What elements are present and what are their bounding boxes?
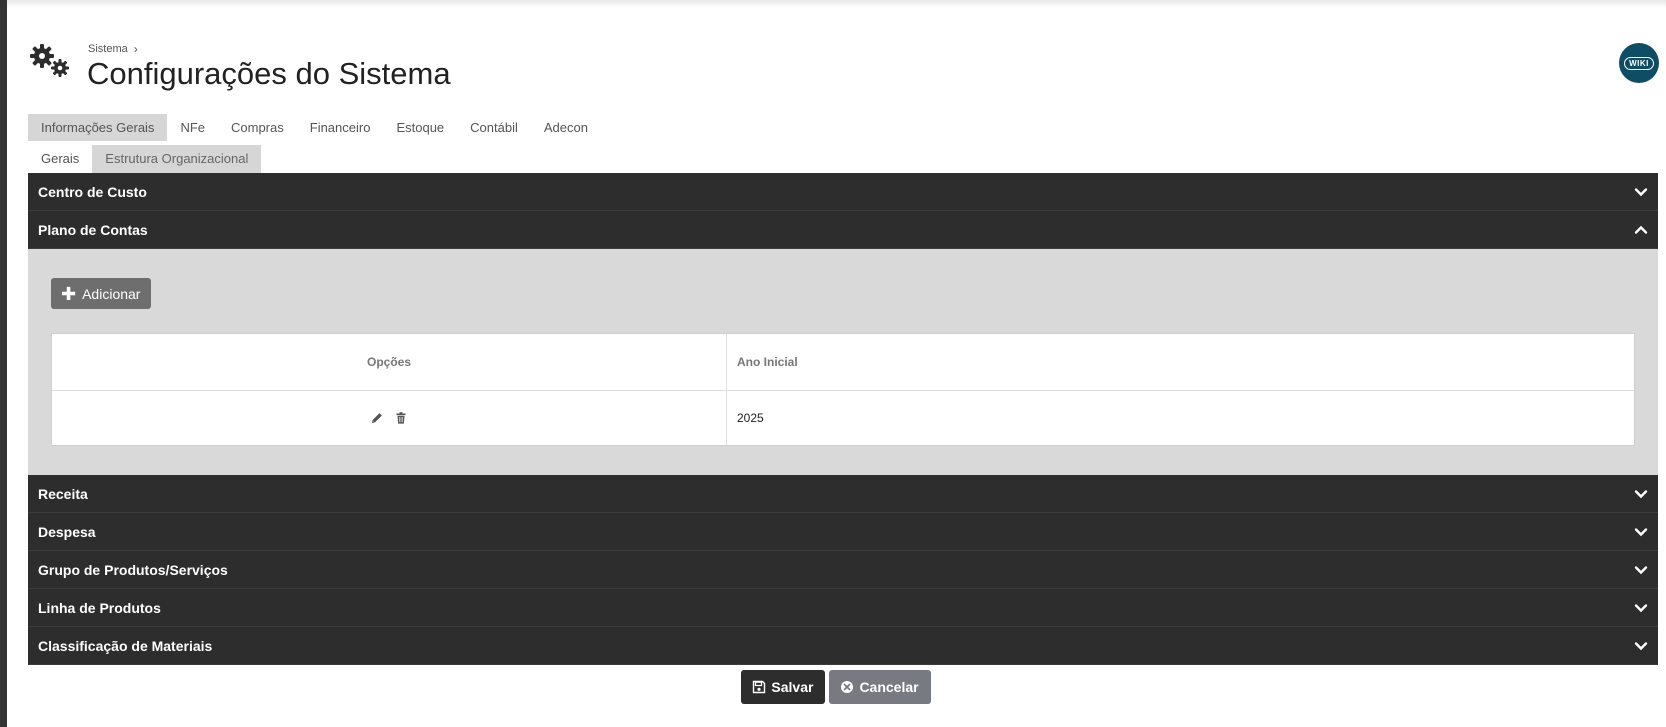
section-label: Centro de Custo [38, 183, 147, 200]
subtab-estrutura-organizacional[interactable]: Estrutura Organizacional [92, 145, 262, 173]
chevron-down-icon [1634, 565, 1648, 574]
tab-contabil[interactable]: Contábil [457, 114, 531, 141]
section-centro-de-custo[interactable]: Centro de Custo [28, 173, 1658, 211]
add-label: Adicionar [82, 285, 141, 302]
sections-accordion: Centro de Custo Plano de Contas ✚ Adicio… [28, 173, 1658, 665]
section-label: Linha de Produtos [38, 599, 161, 616]
subtab-gerais[interactable]: Gerais [28, 145, 92, 173]
options-cell [52, 391, 727, 445]
chevron-up-icon [1634, 225, 1648, 234]
tab-adecon[interactable]: Adecon [531, 114, 601, 141]
plano-de-contas-table: Opções Ano Inicial 2025 [51, 333, 1635, 446]
chevron-down-icon [1634, 527, 1648, 536]
section-classificacao-de-materiais[interactable]: Classificação de Materiais [28, 627, 1658, 665]
chevron-down-icon [1634, 187, 1648, 196]
section-label: Despesa [38, 523, 96, 540]
tab-financeiro[interactable]: Financeiro [297, 114, 384, 141]
column-header-ano-inicial[interactable]: Ano Inicial [727, 334, 1634, 390]
page-header: Sistema › Configurações do Sistema [28, 40, 628, 100]
pencil-icon[interactable] [370, 411, 384, 425]
section-despesa[interactable]: Despesa [28, 513, 1658, 551]
ano-inicial-cell: 2025 [737, 411, 764, 425]
wiki-button[interactable]: WIKI [1619, 43, 1659, 83]
plano-de-contas-panel: ✚ Adicionar Opções Ano Inicial 2025 [28, 249, 1658, 475]
floppy-disk-icon [753, 680, 766, 694]
main-tabs: Informações Gerais NFe Compras Financeir… [28, 114, 601, 141]
table-row: 2025 [52, 391, 1634, 445]
section-linha-de-produtos[interactable]: Linha de Produtos [28, 589, 1658, 627]
plus-icon: ✚ [61, 283, 77, 304]
section-grupo-de-produtos-servicos[interactable]: Grupo de Produtos/Serviços [28, 551, 1658, 589]
trash-icon[interactable] [394, 411, 408, 425]
close-circle-icon [841, 681, 854, 693]
save-button[interactable]: Salvar [741, 670, 826, 704]
save-label: Salvar [771, 679, 814, 695]
section-receita[interactable]: Receita [28, 475, 1658, 513]
section-label: Receita [38, 485, 88, 502]
section-label: Plano de Contas [38, 221, 148, 238]
column-header-opcoes: Opções [52, 334, 727, 390]
form-actions: Salvar Cancelar [0, 670, 1666, 704]
left-edge-bar [0, 0, 7, 727]
gears-icon [30, 44, 69, 77]
wiki-icon: WIKI [1624, 56, 1654, 70]
breadcrumb: Sistema › [88, 42, 138, 56]
tab-estoque[interactable]: Estoque [383, 114, 457, 141]
cancel-label: Cancelar [859, 679, 919, 695]
tab-nfe[interactable]: NFe [167, 114, 218, 141]
add-button[interactable]: ✚ Adicionar [51, 278, 152, 309]
section-plano-de-contas[interactable]: Plano de Contas [28, 211, 1658, 249]
tab-compras[interactable]: Compras [218, 114, 297, 141]
chevron-down-icon [1634, 603, 1648, 612]
sub-tabs: Gerais Estrutura Organizacional [28, 145, 262, 173]
breadcrumb-sistema[interactable]: Sistema [88, 43, 128, 55]
table-header-row: Opções Ano Inicial [52, 334, 1634, 391]
tab-informacoes-gerais[interactable]: Informações Gerais [28, 114, 168, 141]
chevron-down-icon [1634, 489, 1648, 498]
section-label: Grupo de Produtos/Serviços [38, 561, 228, 578]
chevron-right-icon: › [133, 42, 138, 56]
top-bar-shadow [7, 0, 1666, 8]
page-title: Configurações do Sistema [87, 56, 451, 91]
section-label: Classificação de Materiais [38, 637, 213, 654]
chevron-down-icon [1634, 641, 1648, 650]
cancel-button[interactable]: Cancelar [829, 670, 931, 704]
